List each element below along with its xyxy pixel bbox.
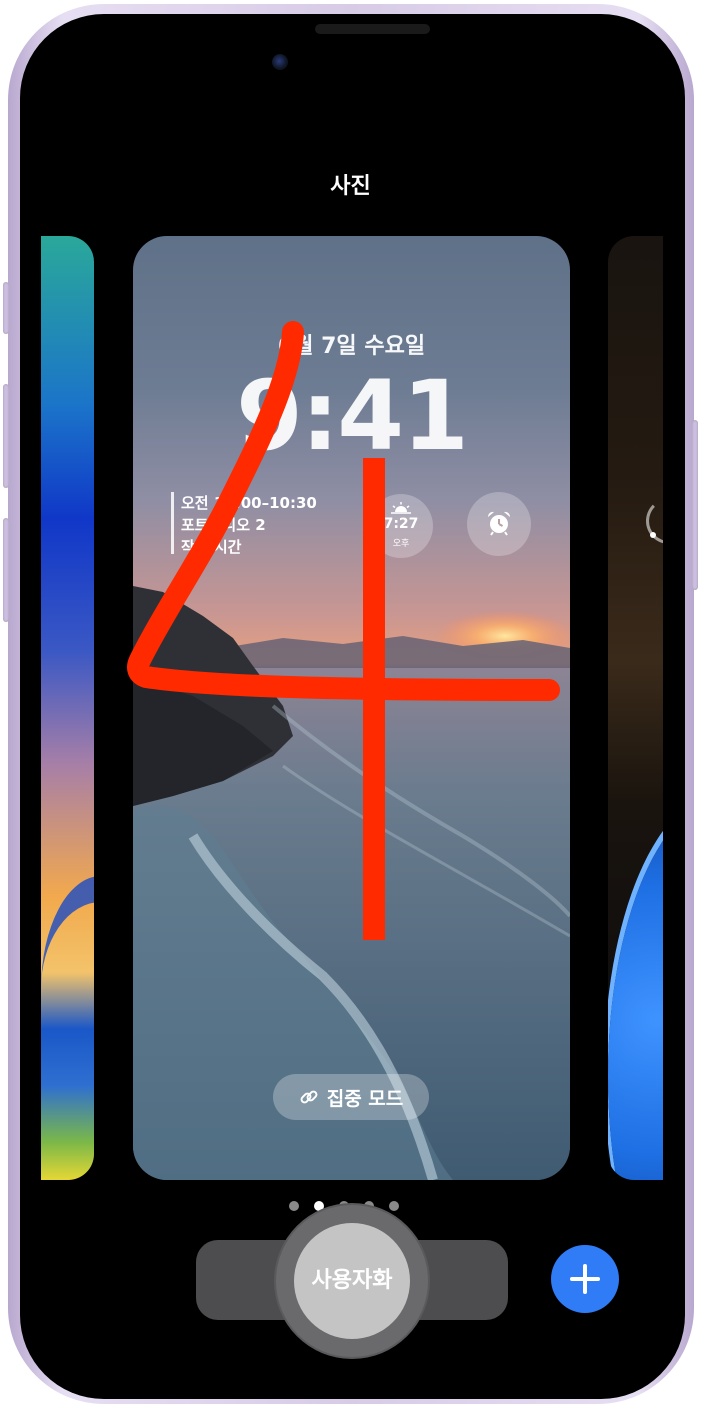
earpiece-speaker <box>315 24 430 34</box>
lock-time: 9:41 <box>236 360 469 472</box>
side-button <box>692 420 698 590</box>
add-wallpaper-button[interactable] <box>551 1245 619 1313</box>
alarm-widget[interactable] <box>467 492 531 556</box>
lock-screen-preview[interactable]: 6월 7일 수요일 9:41 오전 10:00–10:30 포트폴리오 2 작업… <box>133 236 570 1180</box>
sunset-time: 7:27 <box>383 516 419 532</box>
page-dot-active[interactable] <box>314 1201 324 1211</box>
sunset-widget[interactable]: 7:27 오후 <box>369 494 433 558</box>
link-icon <box>300 1090 318 1104</box>
page-dot[interactable] <box>289 1201 299 1211</box>
wallpaper-card-next[interactable] <box>608 236 663 1180</box>
customize-button-label[interactable]: 사용자화 <box>276 1262 428 1294</box>
wallpaper-type-title: 사진 <box>330 174 371 199</box>
sunset-period: 오후 <box>392 539 410 549</box>
lock-date: 6월 7일 수요일 <box>277 334 426 359</box>
focus-mode-label: 집중 모드 <box>326 1087 404 1110</box>
front-camera <box>272 54 288 70</box>
calendar-event-time: 오전 10:00–10:30 <box>181 494 317 512</box>
plus-icon-vertical <box>583 1264 587 1294</box>
action-button <box>3 282 9 334</box>
alarm-clock-icon <box>487 511 511 536</box>
volume-up-button <box>3 384 9 488</box>
ring-dot <box>650 532 656 538</box>
planet-shape <box>608 796 663 1180</box>
calendar-event-subtitle: 작업 시간 <box>181 538 242 556</box>
focus-mode-button[interactable]: 집중 모드 <box>273 1074 429 1120</box>
calendar-event-title: 포트폴리오 2 <box>181 516 266 534</box>
sunrise-icon <box>391 502 411 514</box>
volume-down-button <box>3 518 9 622</box>
calendar-widget[interactable]: 오전 10:00–10:30 포트폴리오 2 작업 시간 <box>171 492 361 556</box>
wallpaper-card-previous[interactable] <box>41 236 94 1180</box>
wallpaper-wave-shape <box>41 876 94 1102</box>
page-dot[interactable] <box>389 1201 399 1211</box>
